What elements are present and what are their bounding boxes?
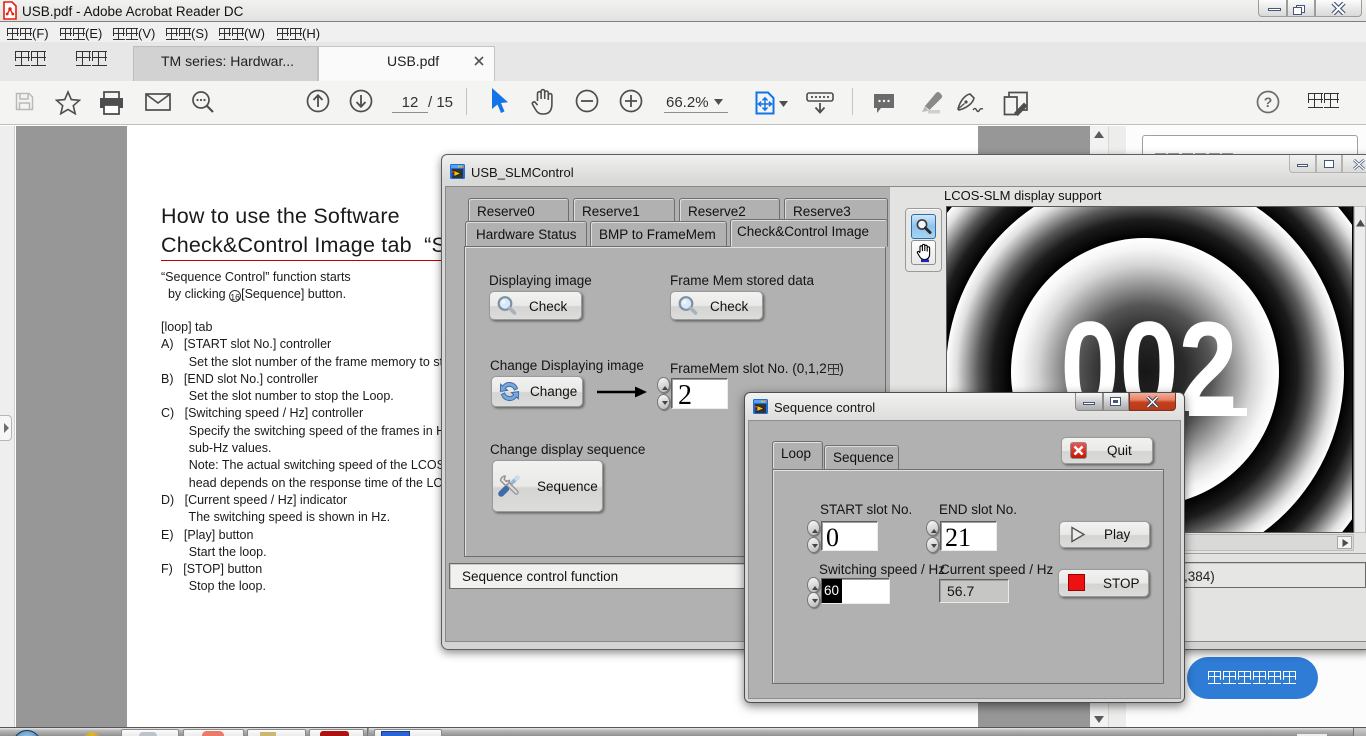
svg-text:?: ? [1264, 94, 1273, 110]
